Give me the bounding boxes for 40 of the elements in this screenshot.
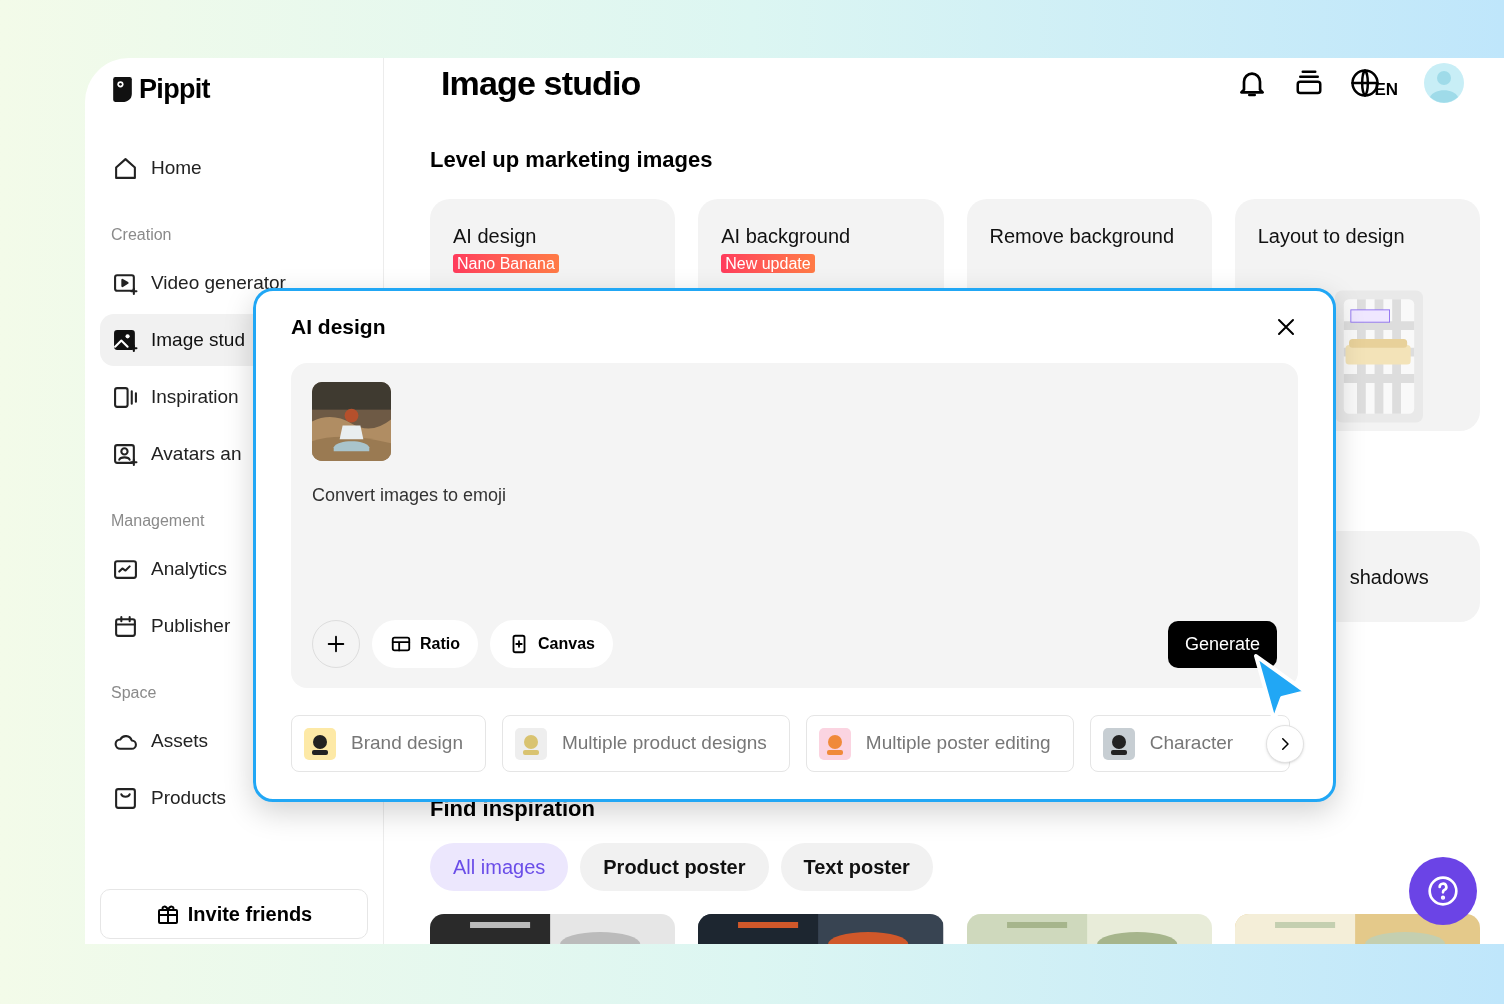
plus-icon <box>325 633 347 655</box>
sidebar-item[interactable]: Analytics <box>100 543 368 595</box>
card-title: Remove background <box>989 224 1176 249</box>
suggestion-chip[interactable]: Multiple product designs <box>501 715 790 772</box>
prompt-text[interactable]: Convert images to emoji <box>312 482 1277 509</box>
image-icon <box>113 327 138 353</box>
avatar-icon <box>113 441 138 467</box>
sidebar-item[interactable]: Publisher <box>100 600 368 652</box>
sidebar-item[interactable]: Avatars an <box>100 428 368 480</box>
section-heading: Space <box>110 683 158 703</box>
page-title: Image studio <box>441 62 641 104</box>
bag-icon <box>113 785 138 811</box>
tool-button[interactable]: Ratio <box>372 620 478 668</box>
card-title: AI background <box>721 224 852 249</box>
logo-text: Pippit <box>139 72 210 106</box>
sidebar-item[interactable]: Inspiration <box>100 371 368 423</box>
card-badge: New update <box>721 254 815 273</box>
card-badge: Nano Banana <box>453 254 559 273</box>
card-title: Layout to design <box>1257 224 1406 249</box>
tool-button[interactable]: Canvas <box>490 620 613 668</box>
home-icon <box>113 155 138 181</box>
next-button[interactable] <box>1266 725 1304 763</box>
filter-tab[interactable]: Product poster <box>580 843 769 891</box>
sidebar-item[interactable]: Home <box>100 142 368 194</box>
sidebar-item[interactable]: Products <box>100 772 368 824</box>
invite-friends-button[interactable]: Invite friends <box>100 889 368 939</box>
section-heading: Management <box>110 511 206 531</box>
section-title: Level up marketing images <box>430 146 714 174</box>
card-title: AI design <box>453 224 538 249</box>
phone-icon <box>113 384 138 410</box>
generate-button[interactable]: Generate <box>1167 620 1277 668</box>
suggestion-chip[interactable]: Brand design <box>291 715 486 772</box>
filter-tab[interactable]: Text poster <box>780 843 933 891</box>
calendar-icon <box>113 613 138 639</box>
help-icon <box>1427 875 1459 907</box>
suggestion-chip[interactable]: Multiple poster editing <box>805 715 1074 772</box>
logo-icon <box>112 74 133 104</box>
filter-tab[interactable]: All images <box>430 843 569 891</box>
sidebar-item[interactable]: Video generator <box>100 257 368 309</box>
section-heading: Creation <box>110 225 173 245</box>
